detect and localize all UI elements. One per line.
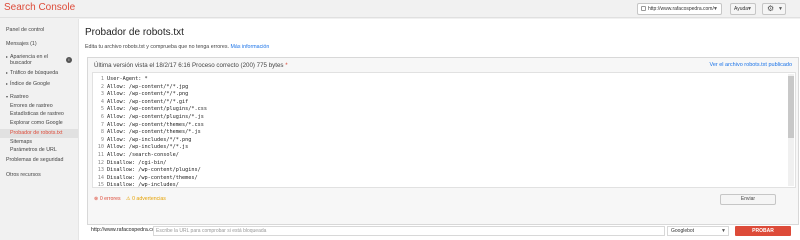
sidebar-item-url-params[interactable]: Parámetros de URL [10,147,57,153]
chevron-down-icon: ▾ [6,94,9,99]
validation-bar: ⊗ 0 errores ⚠ 0 advertencias Enviar [92,192,796,208]
sidebar-item-label: Tráfico de búsqueda [10,70,59,76]
gear-icon: ⚙ [767,4,775,13]
sidebar-item-robots-tester[interactable]: Probador de robots.txt [0,129,78,138]
sidebar-item-traffic[interactable]: ▸ Tráfico de búsqueda [6,70,58,76]
line-number: 15 [97,182,104,188]
scrollbar-thumb[interactable] [788,76,794,138]
robots-editor-panel: Última versión vista el 18/2/17 6:16 Pro… [87,57,799,225]
url-test-row: http://www.rafacospedra.com/ Escribe la … [87,226,799,236]
sidebar-item-label: Probador de robots.txt [10,130,63,136]
chevron-right-icon: ▸ [6,54,9,59]
error-icon: ⊗ [94,196,99,202]
sidebar-item-sitemaps[interactable]: Sitemaps [10,139,32,145]
intro-text: Edita tu archivo robots.txt y comprueba … [85,44,269,50]
info-icon[interactable]: i [66,57,72,63]
errors-label: 0 errores [99,196,121,202]
sidebar-item-label: Índice de Google [10,81,51,87]
errors-count: ⊗ 0 errores [94,196,121,202]
line-text: Disallow: /wp-includes/ [107,182,179,188]
url-prefix: http://www.rafacospedra.com/ [91,227,161,233]
chevron-down-icon: ▼ [713,6,718,12]
main-content: Probador de robots.txt Edita tu archivo … [78,19,800,240]
top-bar: Search Console http://www.rafacospedra.c… [0,0,800,18]
submit-button[interactable]: Enviar [720,194,776,205]
chevron-right-icon: ▸ [6,81,9,86]
scrollbar[interactable] [788,74,794,186]
sidebar-item-label: Rastreo [10,94,29,100]
view-published-robots-link[interactable]: Ver el archivo robots.txt publicado [709,62,792,68]
warning-icon: ⚠ [126,196,131,202]
help-label: Ayuda [734,6,749,12]
warnings-label: 0 advertencias [132,196,166,202]
site-selector[interactable]: http://www.rafacospedra.com/ ▼ [637,3,722,15]
sidebar-item-index[interactable]: ▸ Índice de Google [6,81,50,87]
sidebar-item-other-resources[interactable]: Otros recursos [6,172,41,178]
learn-more-link[interactable]: Más información [230,44,269,50]
chevron-right-icon: ▸ [6,70,9,75]
brand-logo[interactable]: Search Console [4,2,75,13]
sidebar-item-crawl-stats[interactable]: Estadísticas de rastreo [10,111,64,117]
modified-marker: * [285,62,288,69]
chevron-down-icon: ▼ [778,6,783,12]
help-button[interactable]: Ayuda ▼ [730,3,756,15]
sidebar-item-panel[interactable]: Panel de control [6,27,44,33]
sidebar-item-appearance-cont[interactable]: buscador [10,60,32,66]
settings-button[interactable]: ⚙ ▼ [762,3,786,15]
user-agent-select[interactable]: Googlebot ▼ [667,226,729,236]
sidebar-item-fetch-as-google[interactable]: Explorar como Google [10,120,63,126]
chevron-down-icon: ▼ [747,6,752,12]
robots-code-editor[interactable]: 1 User-Agent: * 2 Allow: /wp-content/*/*.jp… [92,72,796,188]
sidebar-item-security[interactable]: Problemas de seguridad [6,157,63,163]
page-title: Probador de robots.txt [85,27,184,38]
test-url-input[interactable]: Escribe la URL para comprobar si está bl… [153,226,665,236]
status-line: Última versión vista el 18/2/17 6:16 Pro… [94,62,288,69]
chevron-down-icon: ▼ [721,228,726,234]
warnings-count: ⚠ 0 advertencias [126,196,166,202]
site-url: http://www.rafacospedra.com/ [648,6,714,12]
user-agent-value: Googlebot [671,228,695,234]
intro-text-body: Edita tu archivo robots.txt y comprueba … [85,44,229,50]
sidebar-item-crawl-errors[interactable]: Errores de rastreo [10,103,53,109]
sidebar: Panel de control Mensajes (1) ▸ Aparienci… [0,19,78,240]
site-icon [641,6,646,12]
test-button[interactable]: PROBAR [735,226,791,236]
sidebar-item-crawl[interactable]: ▾ Rastreo [6,94,29,100]
status-text: Última versión vista el 18/2/17 6:16 Pro… [94,62,284,69]
sidebar-item-messages[interactable]: Mensajes (1) [6,41,37,47]
